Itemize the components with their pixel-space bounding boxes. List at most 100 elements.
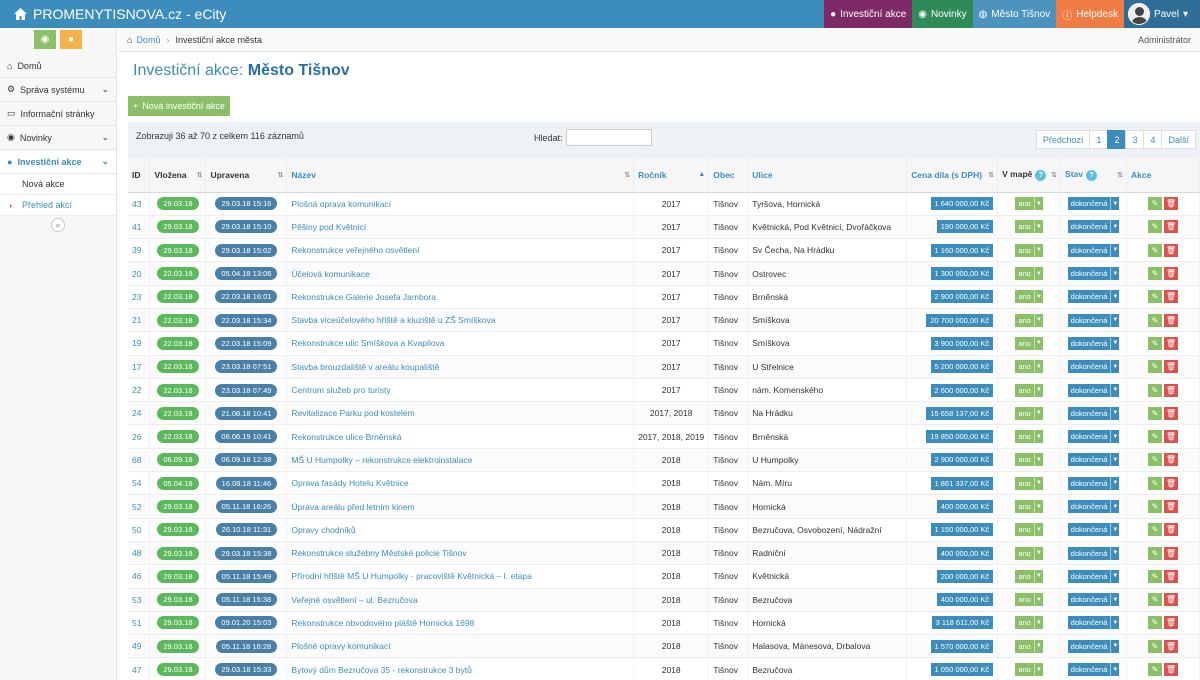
col-upravena[interactable]: Upravena ⇅ bbox=[205, 158, 288, 193]
cell-id[interactable]: 26 bbox=[128, 424, 151, 449]
user-menu[interactable]: Pavel ▾ bbox=[1123, 0, 1200, 28]
cell-nazev[interactable]: Účelová komunikace bbox=[286, 261, 635, 286]
sidebar-item-informacni[interactable]: ▭ Informační stránky bbox=[0, 102, 116, 126]
delete-button[interactable]: 🗑 bbox=[1164, 476, 1178, 490]
edit-button[interactable]: ✎ bbox=[1148, 406, 1162, 420]
cell-id[interactable]: 53 bbox=[128, 588, 151, 612]
cell-id[interactable]: 54 bbox=[128, 471, 151, 496]
cell-id[interactable]: 50 bbox=[128, 518, 151, 542]
cell-id[interactable]: 20 bbox=[128, 261, 151, 286]
sidebar-item-sprava[interactable]: ⚙ Správa systému ⌄ bbox=[0, 78, 116, 102]
delete-button[interactable]: 🗑 bbox=[1164, 267, 1178, 281]
map-toggle-dropdown[interactable]: ano ▼ bbox=[1015, 546, 1043, 560]
cell-id[interactable]: 46 bbox=[128, 564, 151, 589]
status-dropdown[interactable]: dokončená ▼ bbox=[1067, 500, 1120, 513]
map-toggle-dropdown[interactable]: ano ▼ bbox=[1015, 569, 1043, 583]
pager-next[interactable]: Další bbox=[1161, 130, 1196, 149]
cell-nazev[interactable]: Pěšiny pod Květnicí bbox=[286, 215, 635, 240]
status-dropdown[interactable]: dokončená ▼ bbox=[1067, 313, 1120, 327]
map-toggle-dropdown[interactable]: ano ▼ bbox=[1015, 220, 1043, 234]
breadcrumb-home[interactable]: Domů bbox=[136, 35, 160, 45]
brand[interactable]: PROMENYTISNOVA.cz - eCity bbox=[0, 6, 824, 22]
sidebar-item-investicni[interactable]: ● Investiční akce ⌄ bbox=[0, 150, 116, 174]
nav-mesto[interactable]: ◍ Město Tišnov bbox=[972, 0, 1057, 28]
delete-button[interactable]: 🗑 bbox=[1164, 639, 1178, 653]
status-dropdown[interactable]: dokončená ▼ bbox=[1067, 569, 1120, 583]
delete-button[interactable]: 🗑 bbox=[1164, 406, 1178, 420]
status-dropdown[interactable]: dokončená ▼ bbox=[1067, 336, 1120, 350]
map-toggle-dropdown[interactable]: ano ▼ bbox=[1015, 523, 1043, 537]
delete-button[interactable]: 🗑 bbox=[1164, 336, 1178, 350]
cell-nazev[interactable]: Revitalizace Parku pod kostelem bbox=[286, 401, 635, 426]
status-dropdown[interactable]: dokončená ▼ bbox=[1067, 663, 1120, 677]
cell-nazev[interactable]: MŠ U Humpolky – rekonstrukce elektroinst… bbox=[286, 448, 635, 473]
delete-button[interactable]: 🗑 bbox=[1164, 360, 1178, 374]
cell-nazev[interactable]: Rekonstrukce Galerie Josefa Jambora bbox=[286, 285, 635, 309]
col-obec[interactable]: Obec bbox=[708, 158, 749, 193]
delete-button[interactable]: 🗑 bbox=[1164, 569, 1178, 583]
edit-button[interactable]: ✎ bbox=[1148, 500, 1162, 513]
cell-nazev[interactable]: Přírodní hřiště MŠ U Humpolky - pracoviš… bbox=[286, 564, 635, 589]
cell-nazev[interactable]: Oprava fasády Hotelu Květnice bbox=[286, 471, 635, 496]
map-toggle-dropdown[interactable]: ano ▼ bbox=[1015, 430, 1043, 444]
delete-button[interactable]: 🗑 bbox=[1164, 663, 1178, 677]
status-dropdown[interactable]: dokončená ▼ bbox=[1067, 593, 1120, 607]
status-dropdown[interactable]: dokončená ▼ bbox=[1067, 383, 1120, 397]
edit-button[interactable]: ✎ bbox=[1148, 290, 1162, 304]
cell-nazev[interactable]: Opravy chodníků bbox=[286, 518, 635, 542]
nav-helpdesk[interactable]: ⓘ Helpdesk bbox=[1056, 0, 1124, 28]
add-investment-button[interactable]: + Nová investiční akce bbox=[128, 96, 230, 116]
cell-nazev[interactable]: Plošné opravy komunikací bbox=[286, 634, 635, 659]
col-nazev[interactable]: Název ⇅ bbox=[286, 158, 635, 193]
cell-id[interactable]: 17 bbox=[128, 355, 151, 379]
delete-button[interactable]: 🗑 bbox=[1164, 453, 1178, 467]
edit-button[interactable]: ✎ bbox=[1148, 616, 1162, 630]
col-vlozena[interactable]: Vložena ⇅ bbox=[149, 158, 207, 193]
map-toggle-dropdown[interactable]: ano ▼ bbox=[1015, 290, 1043, 304]
status-dropdown[interactable]: dokončená ▼ bbox=[1067, 406, 1120, 420]
sidebar-collapse[interactable]: « bbox=[0, 216, 116, 234]
edit-button[interactable]: ✎ bbox=[1148, 569, 1162, 583]
edit-button[interactable]: ✎ bbox=[1148, 523, 1162, 537]
col-stav[interactable]: Stav? ⇅ bbox=[1060, 158, 1128, 193]
map-marker-button[interactable]: ● bbox=[60, 30, 82, 49]
delete-button[interactable]: 🗑 bbox=[1164, 430, 1178, 444]
map-toggle-dropdown[interactable]: ano ▼ bbox=[1015, 406, 1043, 420]
edit-button[interactable]: ✎ bbox=[1148, 313, 1162, 327]
delete-button[interactable]: 🗑 bbox=[1164, 313, 1178, 327]
map-toggle-dropdown[interactable]: ano ▼ bbox=[1015, 267, 1043, 281]
pager-prev[interactable]: Předchozí bbox=[1035, 130, 1091, 149]
cell-nazev[interactable]: Centrum služeb pro turisty bbox=[286, 378, 635, 403]
cell-id[interactable]: 22 bbox=[128, 378, 151, 403]
cell-id[interactable]: 51 bbox=[128, 611, 151, 636]
delete-button[interactable]: 🗑 bbox=[1164, 500, 1178, 513]
delete-button[interactable]: 🗑 bbox=[1164, 593, 1178, 607]
edit-button[interactable]: ✎ bbox=[1148, 453, 1162, 467]
cell-nazev[interactable]: Rekonstrukce obvodového pláště Hornická … bbox=[286, 611, 635, 636]
status-dropdown[interactable]: dokončená ▼ bbox=[1067, 453, 1120, 467]
col-id[interactable]: ID bbox=[128, 158, 151, 193]
map-toggle-dropdown[interactable]: ano ▼ bbox=[1015, 383, 1043, 397]
map-toggle-dropdown[interactable]: ano ▼ bbox=[1015, 453, 1043, 467]
cell-id[interactable]: 21 bbox=[128, 308, 151, 333]
cell-id[interactable]: 41 bbox=[128, 215, 151, 240]
map-toggle-dropdown[interactable]: ano ▼ bbox=[1015, 197, 1043, 211]
status-dropdown[interactable]: dokončená ▼ bbox=[1067, 267, 1120, 281]
map-toggle-dropdown[interactable]: ano ▼ bbox=[1015, 476, 1043, 490]
delete-button[interactable]: 🗑 bbox=[1164, 616, 1178, 630]
cell-nazev[interactable]: Plošná oprava komunikací bbox=[286, 192, 635, 216]
cell-nazev[interactable]: Rekonstrukce služebny Městské policie Ti… bbox=[286, 541, 635, 566]
help-icon[interactable]: ? bbox=[1035, 169, 1047, 181]
edit-button[interactable]: ✎ bbox=[1148, 546, 1162, 560]
pager-page[interactable]: 4 bbox=[1143, 130, 1163, 149]
map-toggle-dropdown[interactable]: ano ▼ bbox=[1015, 663, 1043, 677]
cell-nazev[interactable]: Veřejné osvětlení – ul. Bezručova bbox=[286, 588, 635, 612]
cell-nazev[interactable]: Rekonstrukce veřejného osvětlení bbox=[286, 238, 635, 263]
cell-id[interactable]: 48 bbox=[128, 541, 151, 566]
status-dropdown[interactable]: dokončená ▼ bbox=[1067, 523, 1120, 537]
map-toggle-dropdown[interactable]: ano ▼ bbox=[1015, 500, 1043, 513]
cell-id[interactable]: 47 bbox=[128, 657, 151, 680]
delete-button[interactable]: 🗑 bbox=[1164, 523, 1178, 537]
edit-button[interactable]: ✎ bbox=[1148, 220, 1162, 234]
cell-nazev[interactable]: Úprava areálu před letním kinem bbox=[286, 494, 635, 519]
